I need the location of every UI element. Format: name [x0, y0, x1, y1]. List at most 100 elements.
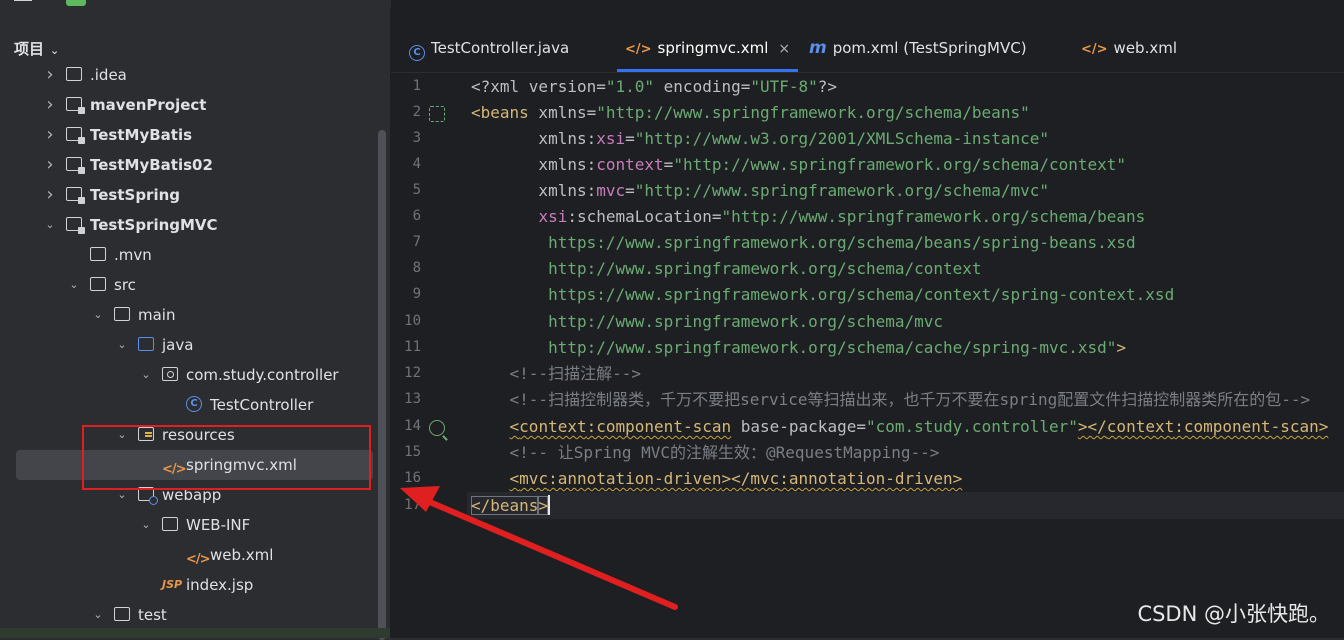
tree-item-label: TestSpringMVC: [90, 216, 218, 234]
chevron-down-icon[interactable]: ⌄: [140, 510, 152, 540]
code-line-9: https://www.springframework.org/schema/c…: [471, 285, 1175, 304]
code-line-2: <beans xmlns="http://www.springframework…: [471, 103, 1030, 122]
tab-label: TestController.java: [431, 39, 570, 57]
tab-label: web.xml: [1113, 39, 1177, 57]
line-number: 1: [412, 78, 421, 94]
tree-item-label: web.xml: [210, 546, 274, 564]
line-number: 10: [404, 313, 421, 329]
tree-item-mvn[interactable]: .mvn: [0, 240, 380, 270]
project-badge-icon[interactable]: [66, 0, 86, 6]
project-panel-title: 项目: [14, 40, 45, 58]
tree-item-testspring[interactable]: › TestSpring: [0, 180, 380, 210]
tree-item-web-xml[interactable]: </> web.xml: [0, 540, 380, 570]
tree-item-label: TestMyBatis02: [90, 156, 213, 174]
tab-web-xml[interactable]: </> web.xml: [1081, 36, 1177, 72]
chevron-down-icon[interactable]: ⌄: [116, 330, 128, 360]
chevron-down-icon[interactable]: ⌄: [140, 360, 152, 390]
tree-item-web-inf[interactable]: ⌄ WEB-INF: [0, 510, 380, 540]
chevron-right-icon[interactable]: ›: [44, 180, 56, 210]
folder-icon: [114, 607, 130, 621]
chevron-down-icon[interactable]: ⌄: [44, 210, 56, 240]
code-line-13: <!--扫描控制器类，千万不要把service等扫描出来，也千万不要在sprin…: [471, 390, 1311, 409]
module-folder-icon: [66, 157, 85, 174]
line-number: 2: [412, 104, 421, 120]
folder-icon: [66, 67, 82, 81]
tree-item-label: src: [114, 276, 136, 294]
tree-item-label: WEB-INF: [186, 516, 251, 534]
tree-item-src[interactable]: ⌄ src: [0, 270, 380, 300]
chevron-down-icon[interactable]: ⌄: [92, 600, 104, 630]
tree-item-index-jsp[interactable]: JSP index.jsp: [0, 570, 380, 600]
chevron-right-icon[interactable]: ›: [44, 60, 56, 90]
folder-icon: [162, 517, 178, 531]
status-strip: [0, 628, 390, 638]
tab-label: springmvc.xml: [657, 39, 769, 57]
tree-item-label: TestController: [210, 396, 314, 414]
folder-icon: [90, 277, 106, 291]
tab-springmvc[interactable]: </> springmvc.xml ×: [616, 36, 799, 72]
line-number: 15: [404, 444, 421, 460]
highlight-box-annotation: [82, 425, 371, 490]
code-line-15: <!-- 让Spring MVC的注解生效：@RequestMapping-->: [471, 443, 940, 462]
main-menu-icon[interactable]: [14, 0, 32, 1]
editor-area: C TestController.java </> springmvc.xml × m…: [391, 0, 1344, 638]
tree-item-testcontroller[interactable]: C TestController: [0, 390, 380, 420]
code-line-6: xsi:schemaLocation="http://www.springfra…: [538, 207, 1146, 226]
jsp-file-icon: JSP: [162, 578, 183, 591]
tab-testcontroller[interactable]: C TestController.java: [409, 36, 569, 72]
line-number: 14: [404, 418, 421, 434]
line-number: 17: [404, 497, 421, 513]
class-icon: C: [409, 45, 425, 61]
module-folder-icon: [66, 97, 85, 114]
chevron-right-icon[interactable]: ›: [44, 120, 56, 150]
watermark: CSDN @小张快跑。: [1137, 602, 1330, 626]
spring-bean-gutter-icon[interactable]: [429, 106, 445, 122]
component-scan-gutter-icon[interactable]: [429, 420, 445, 436]
code-editor[interactable]: <?xml version="1.0" encoding="UTF-8"?> <…: [471, 74, 1344, 638]
tree-item-label: index.jsp: [186, 576, 254, 594]
maven-icon: m: [809, 38, 827, 58]
code-line-7: https://www.springframework.org/schema/b…: [471, 233, 1136, 252]
line-number: 5: [412, 182, 421, 198]
tree-item-java[interactable]: ⌄ java: [0, 330, 380, 360]
module-folder-icon: [66, 127, 85, 144]
code-line-17: </beans>: [471, 495, 551, 515]
tree-item-com-study-controller[interactable]: ⌄ com.study.controller: [0, 360, 380, 390]
project-scrollbar[interactable]: [378, 130, 386, 640]
project-panel: 项目 ⌄ › .idea › mavenProject › TestMyBatis › Test…: [0, 8, 391, 640]
xml-file-icon: </>: [625, 42, 652, 57]
code-line-8: http://www.springframework.org/schema/co…: [471, 259, 982, 278]
tree-item-testmybatis02[interactable]: › TestMyBatis02: [0, 150, 380, 180]
chevron-down-icon[interactable]: ⌄: [92, 300, 104, 330]
chevron-right-icon[interactable]: ›: [44, 150, 56, 180]
tree-item-test[interactable]: ⌄ test: [0, 600, 380, 630]
code-line-16: <mvc:annotation-driven></mvc:annotation-…: [509, 469, 963, 488]
tree-item-label: TestSpring: [90, 186, 181, 204]
tab-pom[interactable]: m pom.xml (TestSpringMVC): [809, 36, 1027, 72]
text-caret: [548, 495, 551, 515]
line-number: 4: [412, 156, 421, 172]
tree-item-mavenproject[interactable]: › mavenProject: [0, 90, 380, 120]
line-number: 16: [404, 470, 421, 486]
chevron-down-icon[interactable]: ⌄: [68, 270, 80, 300]
tree-item-testspringmvc[interactable]: ⌄ TestSpringMVC: [0, 210, 380, 240]
chevron-right-icon[interactable]: ›: [44, 90, 56, 120]
line-number: 13: [404, 391, 421, 407]
project-panel-header[interactable]: 项目 ⌄: [14, 38, 59, 59]
tree-item-label: com.study.controller: [186, 366, 339, 384]
tree-item-idea[interactable]: › .idea: [0, 60, 380, 90]
close-tab-icon[interactable]: ×: [778, 41, 790, 57]
code-line-11: http://www.springframework.org/schema/ca…: [471, 338, 1127, 357]
folder-icon: [90, 247, 106, 261]
chevron-down-icon: ⌄: [50, 44, 60, 57]
tree-item-testmybatis[interactable]: › TestMyBatis: [0, 120, 380, 150]
line-number: 8: [412, 260, 421, 276]
code-line-5: xmlns:mvc="http://www.springframework.or…: [471, 181, 1049, 200]
tree-item-main[interactable]: ⌄ main: [0, 300, 380, 330]
folder-icon: [114, 307, 130, 321]
tree-item-label: java: [162, 336, 194, 354]
package-icon: [162, 367, 178, 381]
code-line-10: http://www.springframework.org/schema/mv…: [471, 312, 944, 331]
tree-item-label: test: [138, 606, 167, 624]
code-line-14: <context:component-scan base-package="co…: [509, 417, 1329, 436]
